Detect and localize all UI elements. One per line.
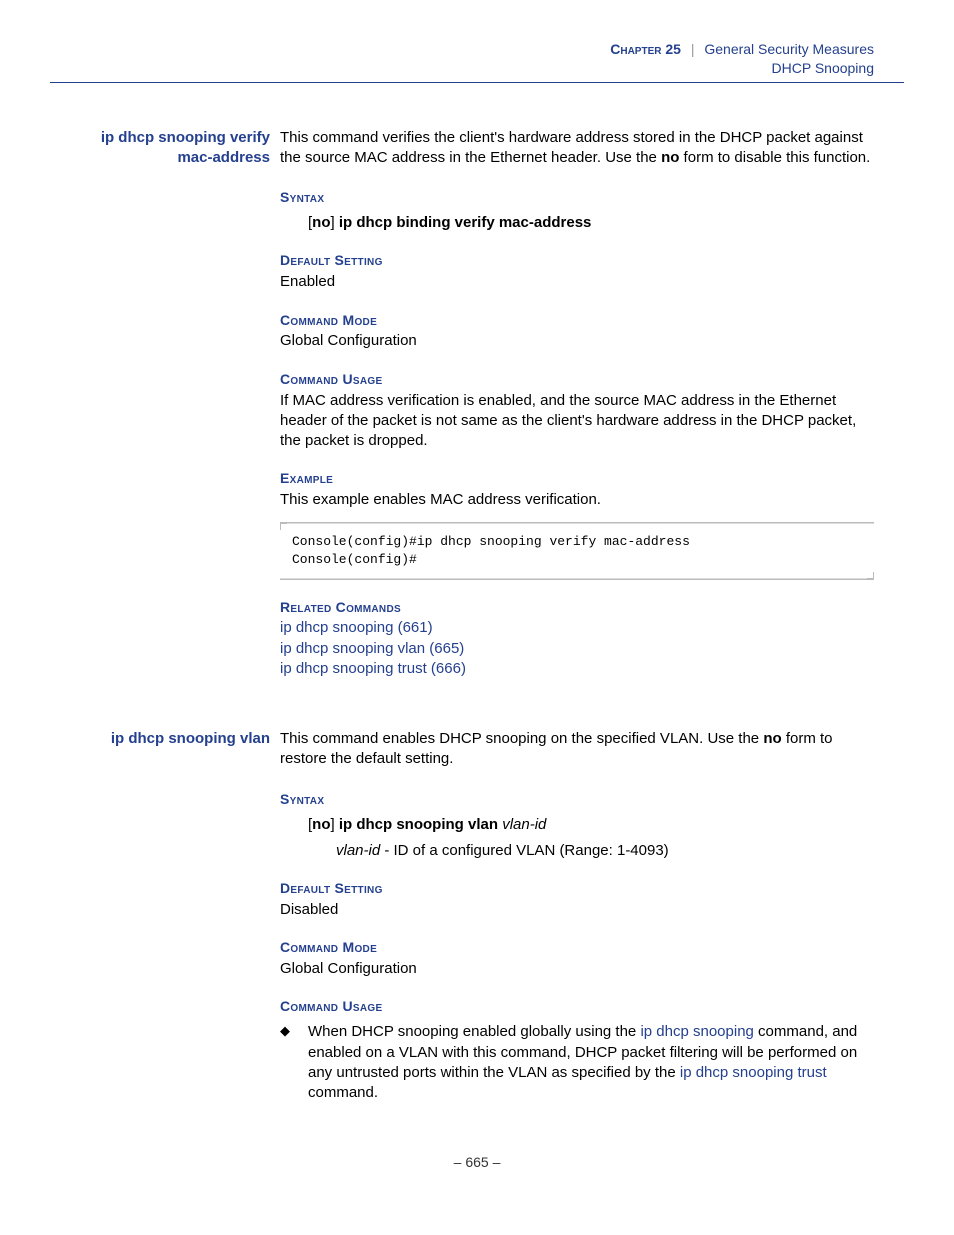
desc-no: no [763, 730, 781, 747]
mode-heading: Command Mode [280, 938, 874, 957]
default-value: Disabled [280, 900, 874, 920]
usage-heading: Command Usage [280, 370, 874, 389]
related-link[interactable]: ip dhcp snooping (661) [280, 618, 874, 638]
document-page: Chapter 25 | General Security Measures D… [0, 0, 954, 1235]
syntax-line: [no] ip dhcp binding verify mac-address [308, 213, 874, 233]
command-description: This command enables DHCP snooping on th… [280, 729, 874, 770]
syntax-line: [no] ip dhcp snooping vlan vlan-id [308, 815, 874, 835]
command-description: This command verifies the client's hardw… [280, 128, 874, 169]
chapter-label: Chapter 25 [610, 41, 681, 57]
bracket-close: ] [331, 816, 339, 833]
syntax-arg: vlan-id [502, 816, 546, 833]
desc-text-2: form to disable this function. [679, 149, 870, 166]
syntax-arg-desc: vlan-id - ID of a configured VLAN (Range… [336, 841, 874, 861]
desc-no: no [661, 149, 679, 166]
bracket-close: ] [331, 214, 339, 231]
side-heading: ip dhcp snooping verify mac-address [80, 128, 270, 169]
mode-value: Global Configuration [280, 331, 874, 351]
usage-text: If MAC address verification is enabled, … [280, 391, 874, 452]
default-heading: Default Setting [280, 251, 874, 270]
chapter-title: General Security Measures [704, 41, 874, 57]
example-intro: This example enables MAC address verific… [280, 490, 874, 510]
usage-heading: Command Usage [280, 997, 874, 1016]
syntax-heading: Syntax [280, 790, 874, 809]
bullet-text: When DHCP snooping enabled globally usin… [308, 1023, 640, 1040]
syntax-no: no [312, 214, 330, 231]
arg-desc: - ID of a configured VLAN (Range: 1-4093… [380, 842, 669, 859]
usage-bullet-text: When DHCP snooping enabled globally usin… [308, 1022, 874, 1103]
example-heading: Example [280, 469, 874, 488]
syntax-heading: Syntax [280, 188, 874, 207]
bullet-text: command. [308, 1084, 378, 1101]
command-section-snooping-vlan: ip dhcp snooping vlan This command enabl… [80, 729, 874, 1103]
syntax-cmd: ip dhcp binding verify mac-address [339, 214, 592, 231]
header-separator: | [691, 41, 695, 57]
mode-heading: Command Mode [280, 311, 874, 330]
related-link[interactable]: ip dhcp snooping vlan (665) [280, 639, 874, 659]
syntax-no: no [312, 816, 330, 833]
inline-link[interactable]: ip dhcp snooping [640, 1023, 753, 1040]
default-heading: Default Setting [280, 879, 874, 898]
desc-text: This command enables DHCP snooping on th… [280, 730, 763, 747]
default-value: Enabled [280, 272, 874, 292]
mode-value: Global Configuration [280, 959, 874, 979]
usage-bullet: ◆ When DHCP snooping enabled globally us… [280, 1022, 874, 1103]
side-heading: ip dhcp snooping vlan [80, 729, 270, 749]
arg-name: vlan-id [336, 842, 380, 859]
inline-link[interactable]: ip dhcp snooping trust [680, 1064, 827, 1081]
command-section-verify-mac: ip dhcp snooping verify mac-address This… [80, 128, 874, 679]
example-code: Console(config)#ip dhcp snooping verify … [280, 522, 874, 579]
related-heading: Related Commands [280, 598, 874, 617]
page-header: Chapter 25 | General Security Measures D… [50, 40, 904, 83]
header-subtitle: DHCP Snooping [50, 59, 874, 78]
page-number: – 665 – [80, 1153, 874, 1172]
related-link[interactable]: ip dhcp snooping trust (666) [280, 659, 874, 679]
syntax-cmd: ip dhcp snooping vlan [339, 816, 502, 833]
diamond-bullet-icon: ◆ [280, 1022, 308, 1103]
